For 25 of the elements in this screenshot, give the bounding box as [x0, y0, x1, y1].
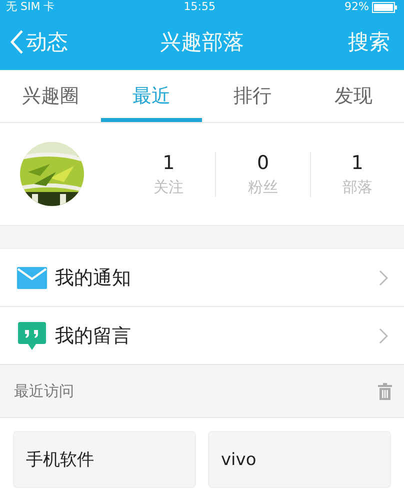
- recent-tribe-card[interactable]: 手机软件: [13, 431, 196, 488]
- stat-label: 关注: [154, 178, 184, 196]
- menu-label: 我的通知: [55, 266, 132, 290]
- battery-text: 92%: [344, 1, 369, 13]
- battery-icon: [372, 2, 398, 12]
- tab[interactable]: 兴趣圈: [0, 70, 101, 122]
- speech-bubble-icon: [17, 320, 47, 350]
- envelope-icon: [17, 266, 47, 288]
- back-chevron-icon: [10, 29, 24, 55]
- chevron-icon: [379, 270, 388, 286]
- stat-label: 粉丝: [248, 178, 278, 196]
- recent-tribe-card[interactable]: vivo: [208, 431, 391, 488]
- stat-value: 1: [162, 152, 175, 174]
- trash-icon[interactable]: [378, 382, 392, 400]
- page-title: 兴趣部落: [160, 30, 244, 54]
- menu-label: 我的留言: [55, 324, 132, 348]
- time-text: 15:55: [184, 1, 216, 13]
- tab[interactable]: 排行: [202, 70, 303, 122]
- tab[interactable]: 发现: [303, 70, 404, 122]
- stat-value: 1: [351, 152, 364, 174]
- stat-value: 0: [256, 152, 270, 174]
- carrier-text: 无 SIM 卡: [6, 1, 55, 13]
- stat-label: 部落: [342, 178, 372, 196]
- section-title: 最近访问: [14, 382, 74, 400]
- chevron-icon: [379, 328, 388, 344]
